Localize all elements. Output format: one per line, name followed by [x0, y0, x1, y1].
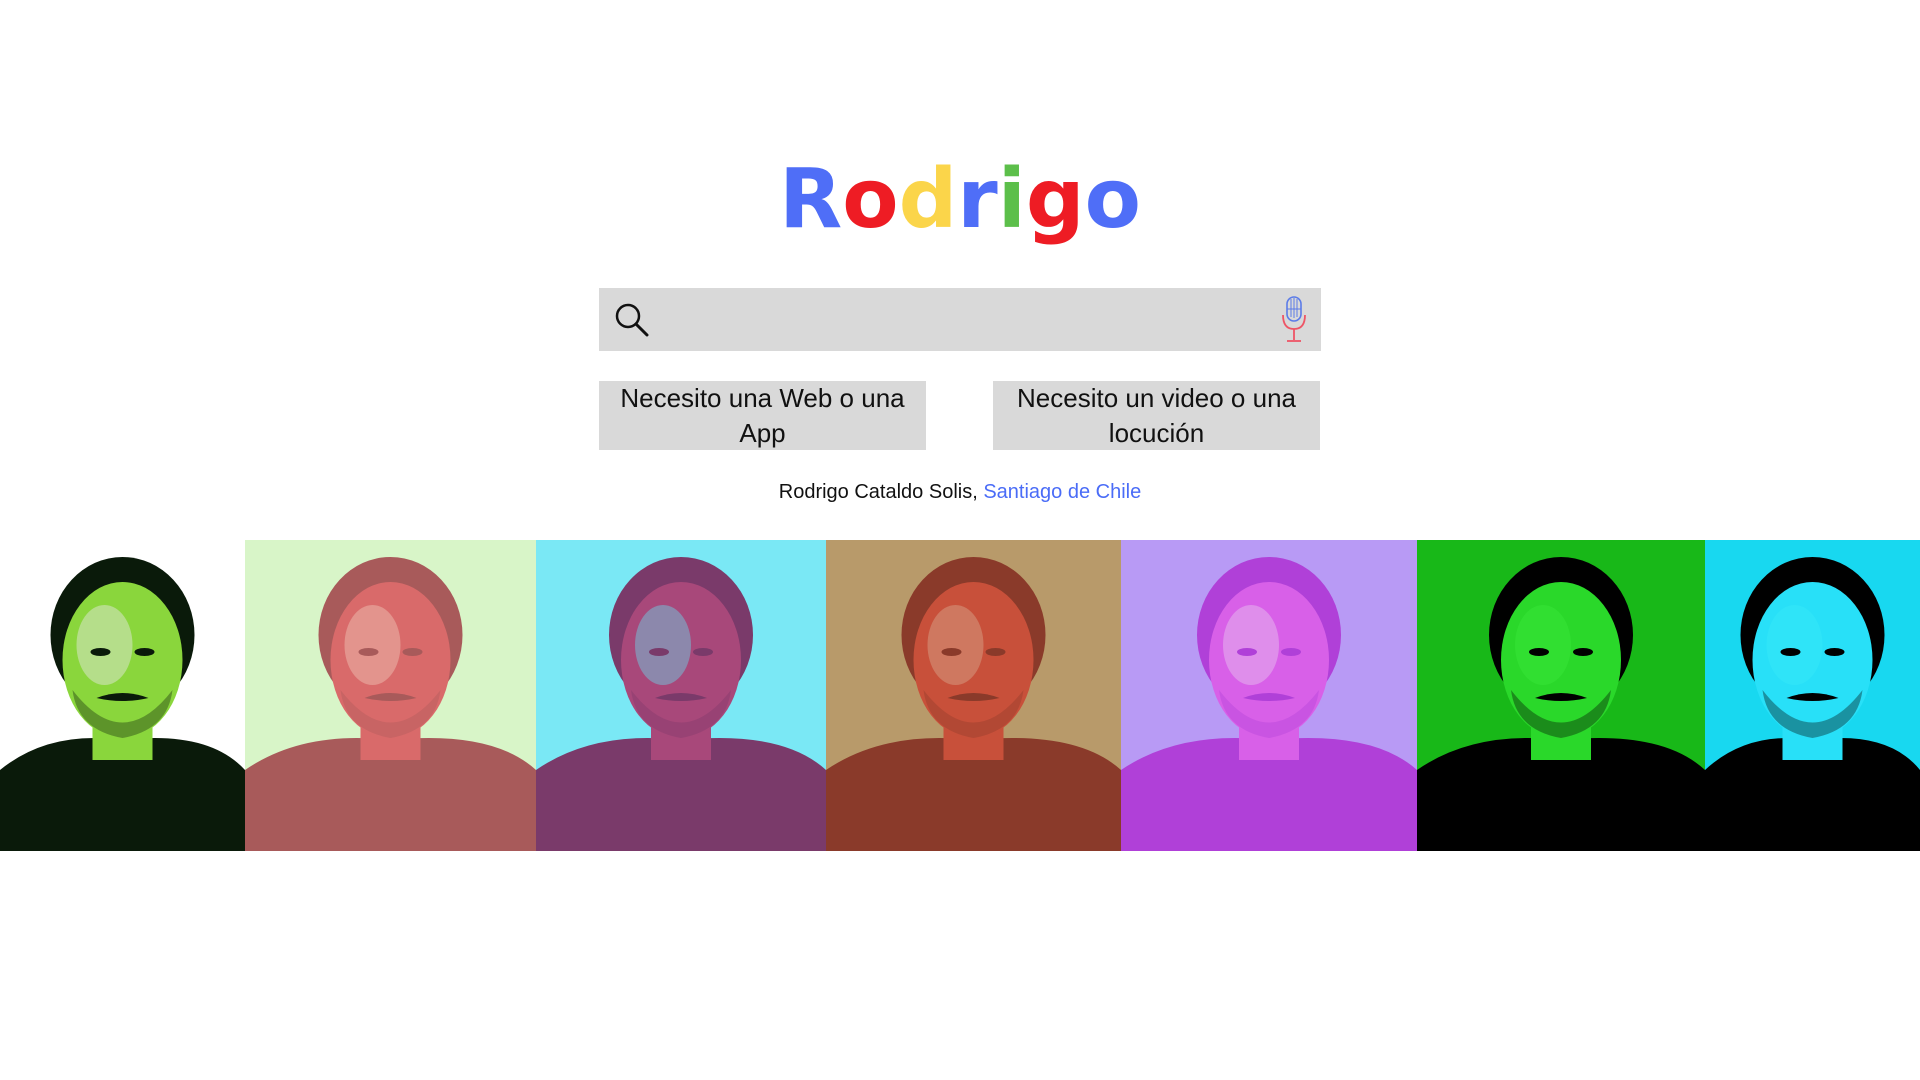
portrait-photo	[1705, 540, 1920, 851]
page: Rodrigo Necesito una Web o una App Neces…	[0, 0, 1920, 1080]
microphone-icon[interactable]	[1279, 295, 1309, 345]
logo: Rodrigo	[0, 150, 1920, 250]
logo-letter: d	[898, 152, 958, 247]
portrait-photo	[536, 540, 826, 851]
search-input[interactable]	[663, 298, 1247, 342]
logo-letter: o	[1084, 152, 1141, 247]
portrait-photo	[826, 540, 1121, 851]
portrait-photo	[1121, 540, 1417, 851]
location-link[interactable]: Santiago de Chile	[983, 481, 1141, 503]
photo-gallery	[0, 540, 1920, 851]
author-name: Rodrigo Cataldo Solis,	[778, 481, 984, 503]
search-bar[interactable]	[599, 288, 1321, 351]
portrait-photo	[1417, 540, 1705, 851]
video-locution-button[interactable]: Necesito un video o una locución	[993, 381, 1320, 450]
portrait-photo	[245, 540, 536, 851]
search-icon[interactable]	[613, 301, 651, 339]
logo-letter: R	[779, 152, 843, 247]
logo-letter: o	[842, 152, 899, 247]
portrait-photo	[0, 540, 245, 851]
logo-letter: i	[997, 152, 1026, 247]
credit-line: Rodrigo Cataldo Solis, Santiago de Chile	[0, 480, 1920, 504]
logo-letter: g	[1025, 152, 1085, 247]
logo-letter: r	[957, 152, 998, 247]
web-app-button[interactable]: Necesito una Web o una App	[599, 381, 926, 450]
